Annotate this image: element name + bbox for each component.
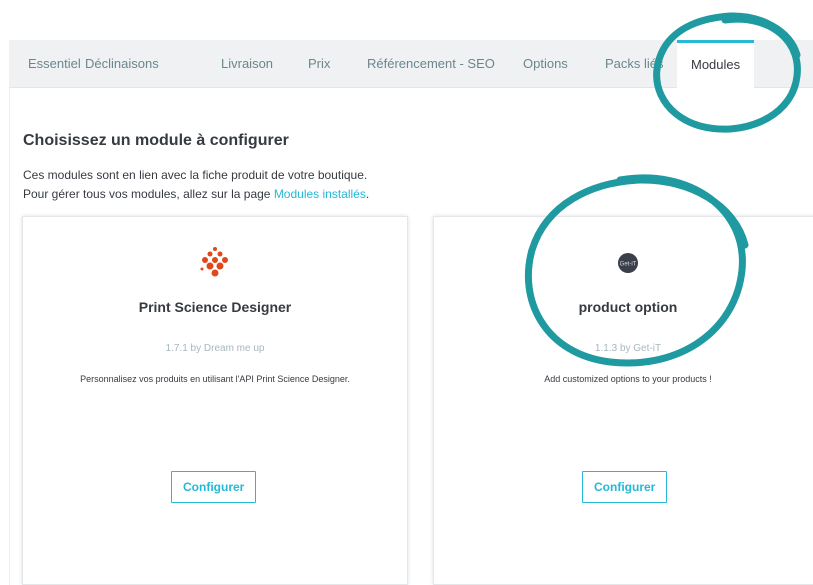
- tab-referencement-seo[interactable]: Référencement - SEO: [367, 40, 495, 88]
- tab-declinaisons[interactable]: Déclinaisons: [85, 40, 159, 88]
- tab-packs-lies[interactable]: Packs liés: [605, 40, 664, 88]
- module-version: 1.7.1 by Dream me up: [165, 343, 265, 354]
- tab-prix[interactable]: Prix: [308, 40, 330, 88]
- module-name: Print Science Designer: [138, 299, 292, 315]
- tab-modules[interactable]: Modules: [677, 40, 755, 89]
- link-line-suffix: .: [365, 187, 370, 201]
- logo-text: Get-iT: [620, 262, 637, 268]
- module-description: Personnalisez vos produits en utilisant …: [80, 374, 350, 384]
- print-science-dots-icon: [200, 247, 228, 277]
- configure-button[interactable]: Configurer: [582, 471, 668, 503]
- section-description-link-line: Pour gérer tous vos modules, allez sur l…: [23, 187, 369, 201]
- module-description: Add customized options to your products …: [544, 374, 712, 384]
- tab-options[interactable]: Options: [523, 40, 568, 88]
- configure-button[interactable]: Configurer: [171, 471, 257, 503]
- module-icon-wrap: Get-iT: [434, 245, 813, 281]
- section-title: Choisissez un module à configurer: [23, 132, 289, 149]
- tab-livraison[interactable]: Livraison: [221, 40, 273, 88]
- tab-essentiel[interactable]: Essentiel: [28, 40, 81, 88]
- module-card: Print Science Designer 1.7.1 by Dream me…: [22, 216, 408, 585]
- module-icon-wrap: [23, 245, 407, 281]
- installed-modules-link[interactable]: Modules installés: [274, 187, 366, 201]
- link-line-prefix: Pour gérer tous vos modules, allez sur l…: [23, 187, 274, 201]
- module-name: product option: [578, 299, 678, 315]
- module-version: 1.1.3 by Get-iT: [594, 343, 662, 354]
- section-description: Ces modules sont en lien avec la fiche p…: [23, 168, 368, 182]
- get-it-logo-icon: Get-iT: [618, 253, 638, 273]
- tab-bar: Essentiel Déclinaisons Livraison Prix Ré…: [9, 40, 813, 89]
- module-card: Get-iT product option 1.1.3 by Get-iT Ad…: [433, 216, 813, 585]
